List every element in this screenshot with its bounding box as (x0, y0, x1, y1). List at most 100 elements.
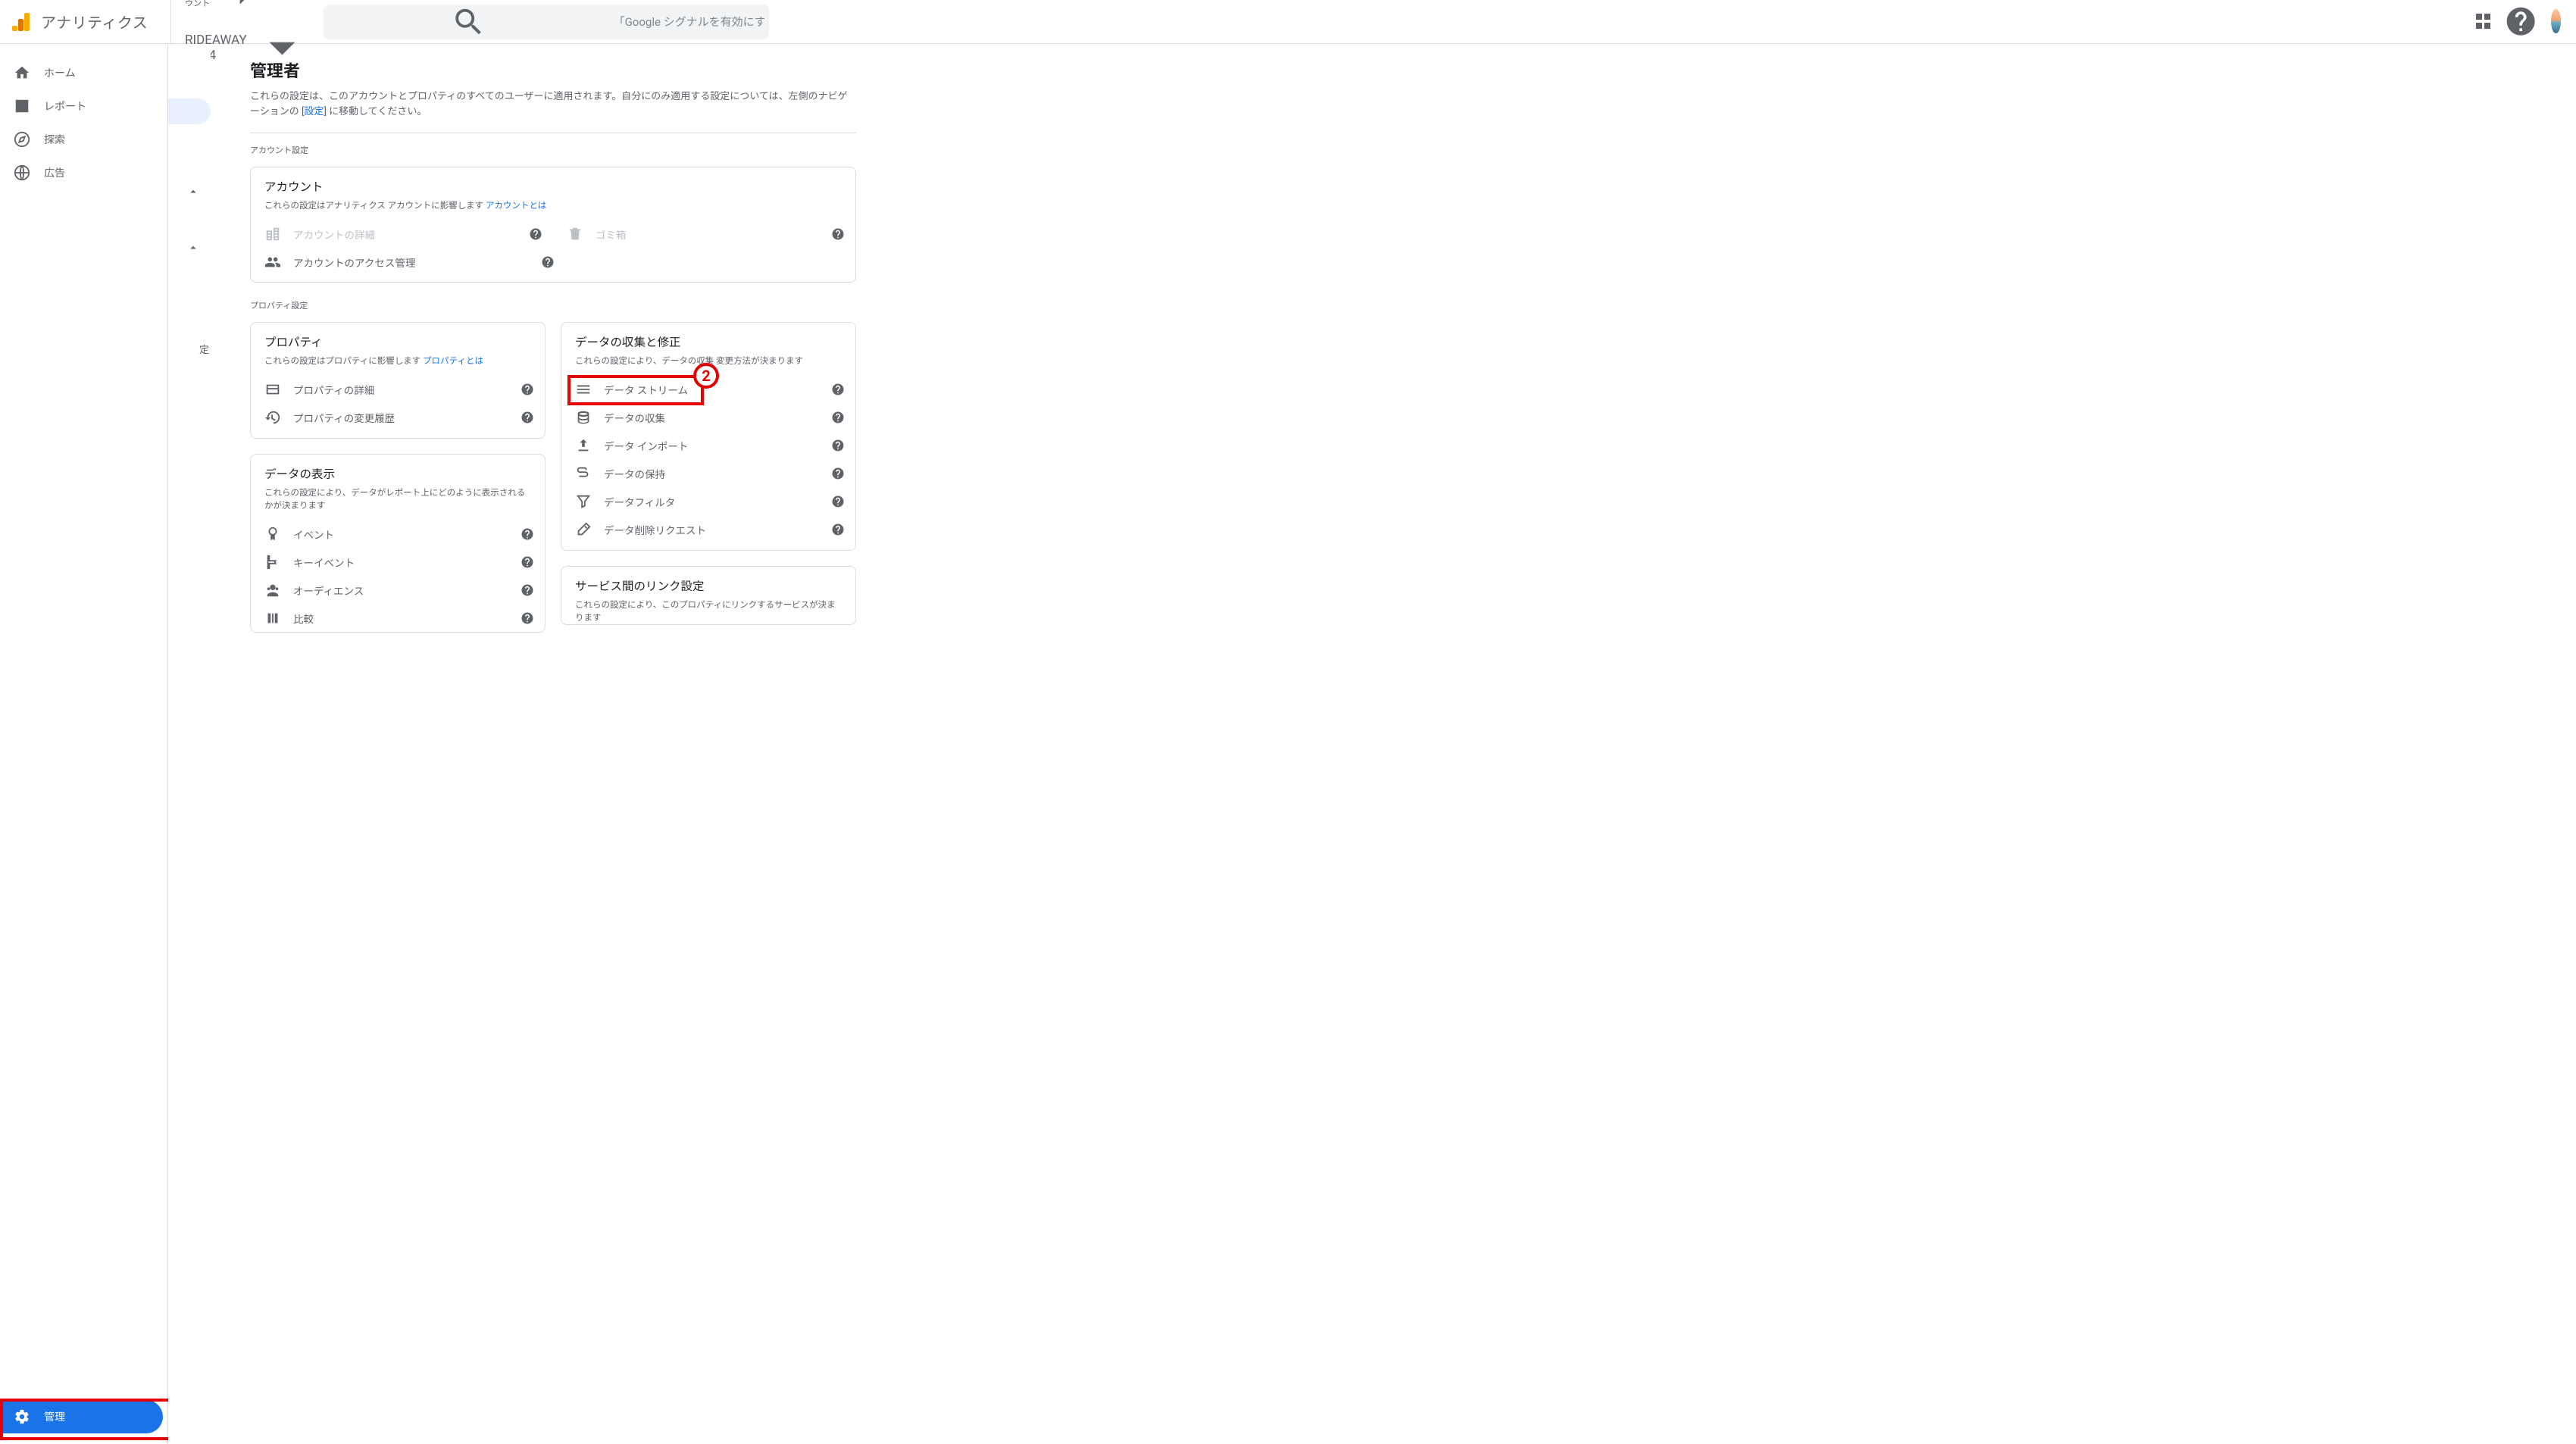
megaphone-icon (14, 164, 30, 181)
nav-reports[interactable]: レポート (0, 89, 167, 123)
help-icon[interactable] (521, 411, 534, 424)
data-filter-row[interactable]: データフィルタ (561, 488, 855, 516)
prop-sub-pre: これらの設定はプロパティに影響します (264, 355, 423, 366)
nav-home-label: ホーム (44, 65, 76, 80)
account-trash-row[interactable]: ゴミ箱 (553, 220, 855, 248)
flag-icon (264, 554, 281, 570)
home-icon (14, 64, 30, 81)
account-detail-label: アカウントの詳細 (293, 227, 529, 242)
account-trash-label: ゴミ箱 (596, 227, 831, 242)
chevron-up-icon (186, 241, 200, 255)
page-title: 管理者 (250, 58, 856, 82)
account-card-sub: これらの設定はアナリティクス アカウントに影響します アカウントとは (264, 199, 842, 212)
help-icon[interactable] (831, 439, 845, 452)
help-icon[interactable] (831, 495, 845, 508)
header-right (2476, 5, 2565, 38)
nav-reports-label: レポート (44, 98, 86, 114)
data-delete-row[interactable]: データ削除リクエスト (561, 516, 855, 544)
bar-chart-icon (14, 98, 30, 114)
property-history-row[interactable]: プロパティの変更履歴 (251, 404, 545, 432)
data-import-row[interactable]: データ インポート (561, 432, 855, 460)
data-collection-label: データの収集 (604, 410, 831, 425)
second-panel-hint: 定 (168, 44, 211, 1444)
audiences-row[interactable]: オーディエンス (251, 576, 545, 604)
expand-chevron-1[interactable] (186, 185, 200, 198)
compare-label: 比較 (293, 611, 521, 626)
nav-explore[interactable]: 探索 (0, 123, 167, 156)
account-access-row[interactable]: アカウントのアクセス管理 (251, 248, 565, 276)
logo-block: アナリティクス (11, 11, 166, 33)
filter-icon (575, 493, 592, 510)
collection-card: データの収集と修正 これらの設定により、データの収集 変更方法が決まります デー… (561, 322, 856, 550)
events-label: イベント (293, 527, 521, 542)
product-title: アナリティクス (41, 11, 148, 33)
property-card: プロパティ これらの設定はプロパティに影響します プロパティとは プロパティの詳… (250, 322, 546, 438)
key-events-row[interactable]: キーイベント (251, 548, 545, 576)
help-icon[interactable] (831, 411, 845, 424)
help-icon[interactable] (529, 227, 542, 241)
settings-link[interactable]: 設定 (304, 106, 324, 117)
search-input[interactable] (614, 15, 764, 29)
help-icon[interactable] (831, 523, 845, 536)
help-icon[interactable] (521, 611, 534, 625)
page-description: これらの設定は、このアカウントとプロパティのすべてのユーザーに適用されます。自分… (250, 89, 856, 119)
compare-icon (264, 610, 281, 627)
analytics-logo-icon (11, 11, 32, 33)
property-card-title: プロパティ (264, 333, 531, 350)
account-detail-row[interactable]: アカウントの詳細 (251, 220, 553, 248)
top-header: アナリティクス すべてのアカウント symmetric RIDEAWAY - G… (0, 0, 2576, 44)
help-icon[interactable] (521, 583, 534, 597)
data-retention-row[interactable]: データの保持 (561, 460, 855, 488)
section-account-label: アカウント設定 (250, 144, 856, 156)
help-icon[interactable] (831, 383, 845, 396)
collection-card-sub: これらの設定により、データの収集 変更方法が決まります (575, 355, 842, 367)
link-card-title: サービス間のリンク設定 (575, 577, 842, 594)
breadcrumb-pre: すべてのアカウント (185, 0, 215, 9)
trash-icon (567, 226, 583, 242)
data-collection-row[interactable]: データの収集 (561, 404, 855, 432)
property-detail-label: プロパティの詳細 (293, 382, 521, 397)
data-import-label: データ インポート (604, 438, 831, 453)
click-icon (264, 526, 281, 542)
property-history-label: プロパティの変更履歴 (293, 410, 521, 425)
collection-card-title: データの収集と修正 (575, 333, 842, 350)
events-row[interactable]: イベント (251, 520, 545, 548)
help-icon[interactable] (521, 527, 534, 541)
account-card-title: アカウント (264, 178, 842, 195)
help-icon[interactable] (521, 383, 534, 396)
account-whatis-link[interactable]: アカウントとは (486, 200, 547, 211)
stream-icon (575, 381, 592, 398)
help-icon[interactable] (831, 227, 845, 241)
data-streams-row[interactable]: データ ストリーム (561, 376, 855, 404)
compare-row[interactable]: 比較 (251, 604, 545, 632)
people-icon (264, 254, 281, 270)
expand-chevron-2[interactable] (186, 241, 200, 255)
key-events-label: キーイベント (293, 555, 521, 570)
help-icon[interactable] (521, 555, 534, 569)
apps-icon[interactable] (2476, 14, 2490, 29)
help-icon[interactable] (2504, 5, 2537, 38)
nav-ads-label: 広告 (44, 165, 65, 180)
chevron-right-icon (218, 0, 270, 17)
nav-admin[interactable]: 管理 (0, 1400, 163, 1433)
audiences-label: オーディエンス (293, 583, 521, 598)
breadcrumb: すべてのアカウント symmetric (185, 0, 313, 17)
property-card-sub: これらの設定はプロパティに影響します プロパティとは (264, 355, 531, 367)
nav-ads[interactable]: 広告 (0, 156, 167, 189)
account-card: アカウント これらの設定はアナリティクス アカウントに影響します アカウントとは… (250, 167, 856, 283)
account-access-label: アカウントのアクセス管理 (293, 255, 541, 270)
nav-explore-label: 探索 (44, 132, 65, 147)
partial-text-1: 定 (199, 342, 209, 356)
data-delete-label: データ削除リクエスト (604, 522, 831, 537)
eraser-icon (575, 521, 592, 538)
help-icon[interactable] (541, 255, 555, 269)
nav-admin-label: 管理 (44, 1409, 65, 1424)
search-box[interactable] (324, 5, 769, 39)
audience-icon (264, 582, 281, 599)
nav-home[interactable]: ホーム (0, 56, 167, 89)
property-detail-row[interactable]: プロパティの詳細 (251, 376, 545, 404)
help-icon[interactable] (831, 467, 845, 480)
data-streams-label: データ ストリーム (604, 382, 831, 397)
avatar[interactable] (2551, 9, 2561, 33)
property-whatis-link[interactable]: プロパティとは (423, 355, 483, 366)
